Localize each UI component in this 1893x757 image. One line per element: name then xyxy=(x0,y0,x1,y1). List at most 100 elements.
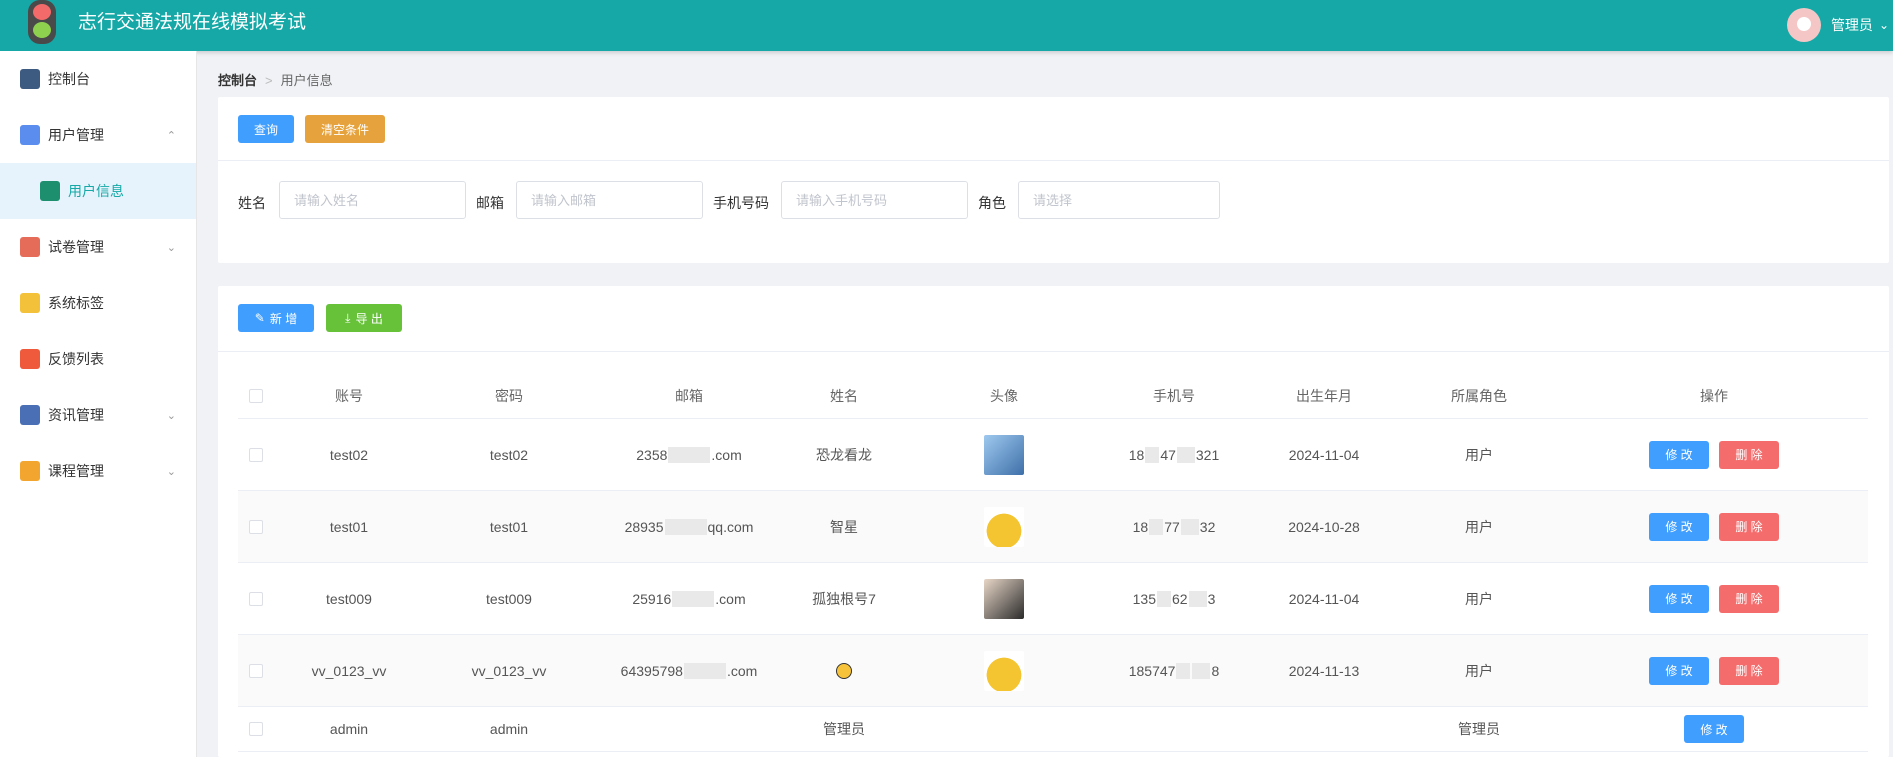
table-row: test02 test02 2358 .com 恐龙看龙 18 47 321 2024-11-0… xyxy=(238,419,1868,491)
cell-actions: 修 改删 除 xyxy=(1574,563,1854,634)
redaction-mask xyxy=(672,590,715,607)
user-menu[interactable]: 管理员 ⌄ xyxy=(1786,7,1893,43)
sidebar-item-news[interactable]: 资讯管理 ⌄ xyxy=(0,387,196,443)
delete-button[interactable]: 删 除 xyxy=(1719,584,1779,613)
chevron-down-icon[interactable]: ⌄ xyxy=(1879,18,1889,32)
column-header[interactable]: 头像 xyxy=(944,374,1064,418)
cell-actions: 修 改删 除 xyxy=(1574,491,1854,562)
cell-account: vv_0123_vv xyxy=(311,662,387,679)
name-text: 孤独根号7 xyxy=(812,590,876,607)
delete-button[interactable]: 删 除 xyxy=(1719,512,1779,541)
row-checkbox[interactable] xyxy=(249,447,263,462)
phone-input[interactable] xyxy=(781,181,968,219)
name-text: 恐龙看龙 xyxy=(816,446,872,463)
sidebar-item-dashboard[interactable]: 控制台 xyxy=(0,51,196,107)
cell-actions: 修 改 xyxy=(1574,707,1854,751)
chevron-down-icon: ⌄ xyxy=(166,465,176,478)
column-header[interactable]: 手机号 xyxy=(1094,374,1254,418)
cell-name: 恐龙看龙 xyxy=(784,419,904,490)
cell-password: vv_0123_vv xyxy=(471,662,547,679)
row-checkbox[interactable] xyxy=(249,519,263,534)
sidebar-item-label: 资讯管理 xyxy=(48,407,104,423)
table-row: test01 test01 28935 qq.com 智星 18 77 32 2024-10-2… xyxy=(238,491,1868,563)
redaction-mask xyxy=(1188,590,1207,607)
sidebar-item-label: 试卷管理 xyxy=(48,239,104,255)
cell-role: 用户 xyxy=(1465,446,1493,463)
cell-email: 25916 .com xyxy=(604,563,774,634)
table-row: admin admin 管理员 管理员 修 改 xyxy=(238,707,1868,752)
sidebar-item-user-info[interactable]: 用户信息 xyxy=(0,163,196,219)
column-header[interactable]: 所属角色 xyxy=(1404,374,1554,418)
redaction-mask xyxy=(1176,662,1191,679)
email-visible-part: 64395798 xyxy=(620,662,683,679)
edit-button[interactable]: 修 改 xyxy=(1649,584,1709,613)
edit-icon: ✎ xyxy=(254,311,265,325)
redaction-mask xyxy=(1176,446,1195,463)
sidebar-item-label: 用户信息 xyxy=(68,183,124,199)
app-title: 志行交通法规在线模拟考试 xyxy=(78,12,307,33)
cell-phone: 18 77 32 xyxy=(1094,491,1254,562)
export-button[interactable]: ⤓ 导 出 xyxy=(326,304,402,332)
clear-conditions-button[interactable]: 清空条件 xyxy=(305,115,385,143)
delete-button[interactable]: 删 除 xyxy=(1719,440,1779,469)
sidebar-item-label: 系统标签 xyxy=(48,295,104,311)
cell-role: 用户 xyxy=(1465,518,1493,535)
sidebar-item-label: 反馈列表 xyxy=(48,351,104,367)
user-info-icon xyxy=(40,181,60,201)
name-input[interactable] xyxy=(279,181,466,219)
row-checkbox[interactable] xyxy=(249,722,263,736)
column-header[interactable]: 账号 xyxy=(284,374,414,418)
user-name[interactable]: 管理员 xyxy=(1831,15,1873,35)
edit-button[interactable]: 修 改 xyxy=(1649,656,1709,685)
phone-visible-part: 3 xyxy=(1207,590,1216,607)
select-all-checkbox[interactable] xyxy=(249,389,263,403)
download-icon: ⤓ xyxy=(345,310,351,325)
breadcrumb-separator-icon: > xyxy=(265,73,273,88)
user-table: 账号 密码 邮箱 姓名 头像 手机号 出生年月 所属角色 操作 test02 te… xyxy=(238,374,1868,752)
column-header: 操作 xyxy=(1700,388,1728,404)
column-header[interactable]: 姓名 xyxy=(784,374,904,418)
query-button[interactable]: 查询 xyxy=(238,115,294,143)
photo-avatar[interactable] xyxy=(984,434,1024,475)
cell-account: test02 xyxy=(329,446,369,463)
edit-button[interactable]: 修 改 xyxy=(1649,440,1709,469)
redaction-mask xyxy=(1149,518,1164,535)
edit-button[interactable]: 修 改 xyxy=(1649,512,1709,541)
portrait-avatar[interactable] xyxy=(984,578,1024,619)
email-visible-part: 2358 xyxy=(636,446,668,463)
role-select[interactable] xyxy=(1018,181,1220,219)
traffic-light-logo xyxy=(26,0,58,44)
row-checkbox[interactable] xyxy=(249,591,263,606)
edit-button[interactable]: 修 改 xyxy=(1684,715,1744,743)
delete-button[interactable]: 删 除 xyxy=(1719,656,1779,685)
add-button[interactable]: ✎ 新 增 xyxy=(238,304,314,332)
cell-phone xyxy=(1094,707,1254,751)
sidebar-item-user-manage[interactable]: 用户管理 ⌃ xyxy=(0,107,196,163)
redaction-mask xyxy=(683,662,726,679)
cell-avatar xyxy=(944,491,1064,562)
cartoon-car-avatar[interactable] xyxy=(984,506,1024,547)
phone-visible-part: 135 xyxy=(1132,590,1156,607)
breadcrumb-root[interactable]: 控制台 xyxy=(218,73,257,88)
cell-email: 64395798 .com xyxy=(604,635,774,706)
row-checkbox[interactable] xyxy=(249,663,263,678)
cell-birth: 2024-11-04 xyxy=(1288,590,1360,607)
cell-phone: 18 47 321 xyxy=(1094,419,1254,490)
name-text: 智星 xyxy=(830,518,858,535)
filter-label-name: 姓名 xyxy=(238,195,266,211)
user-avatar[interactable] xyxy=(1786,8,1821,42)
sidebar-item-feedback[interactable]: 反馈列表 xyxy=(0,331,196,387)
cartoon-car-avatar[interactable] xyxy=(984,650,1024,691)
sidebar-item-paper[interactable]: 试卷管理 ⌄ xyxy=(0,219,196,275)
email-input[interactable] xyxy=(516,181,703,219)
column-header[interactable]: 出生年月 xyxy=(1254,374,1394,418)
sidebar-item-tags[interactable]: 系统标签 xyxy=(0,275,196,331)
sidebar-item-course[interactable]: 课程管理 ⌄ xyxy=(0,443,196,499)
user-manage-icon xyxy=(20,125,40,145)
column-header[interactable]: 邮箱 xyxy=(604,374,774,418)
dashboard-icon xyxy=(20,69,40,89)
sidebar-item-label: 用户管理 xyxy=(48,127,104,143)
cell-name: 管理员 xyxy=(784,707,904,751)
column-header[interactable]: 密码 xyxy=(444,374,574,418)
breadcrumb: 控制台 > 用户信息 xyxy=(218,70,333,89)
